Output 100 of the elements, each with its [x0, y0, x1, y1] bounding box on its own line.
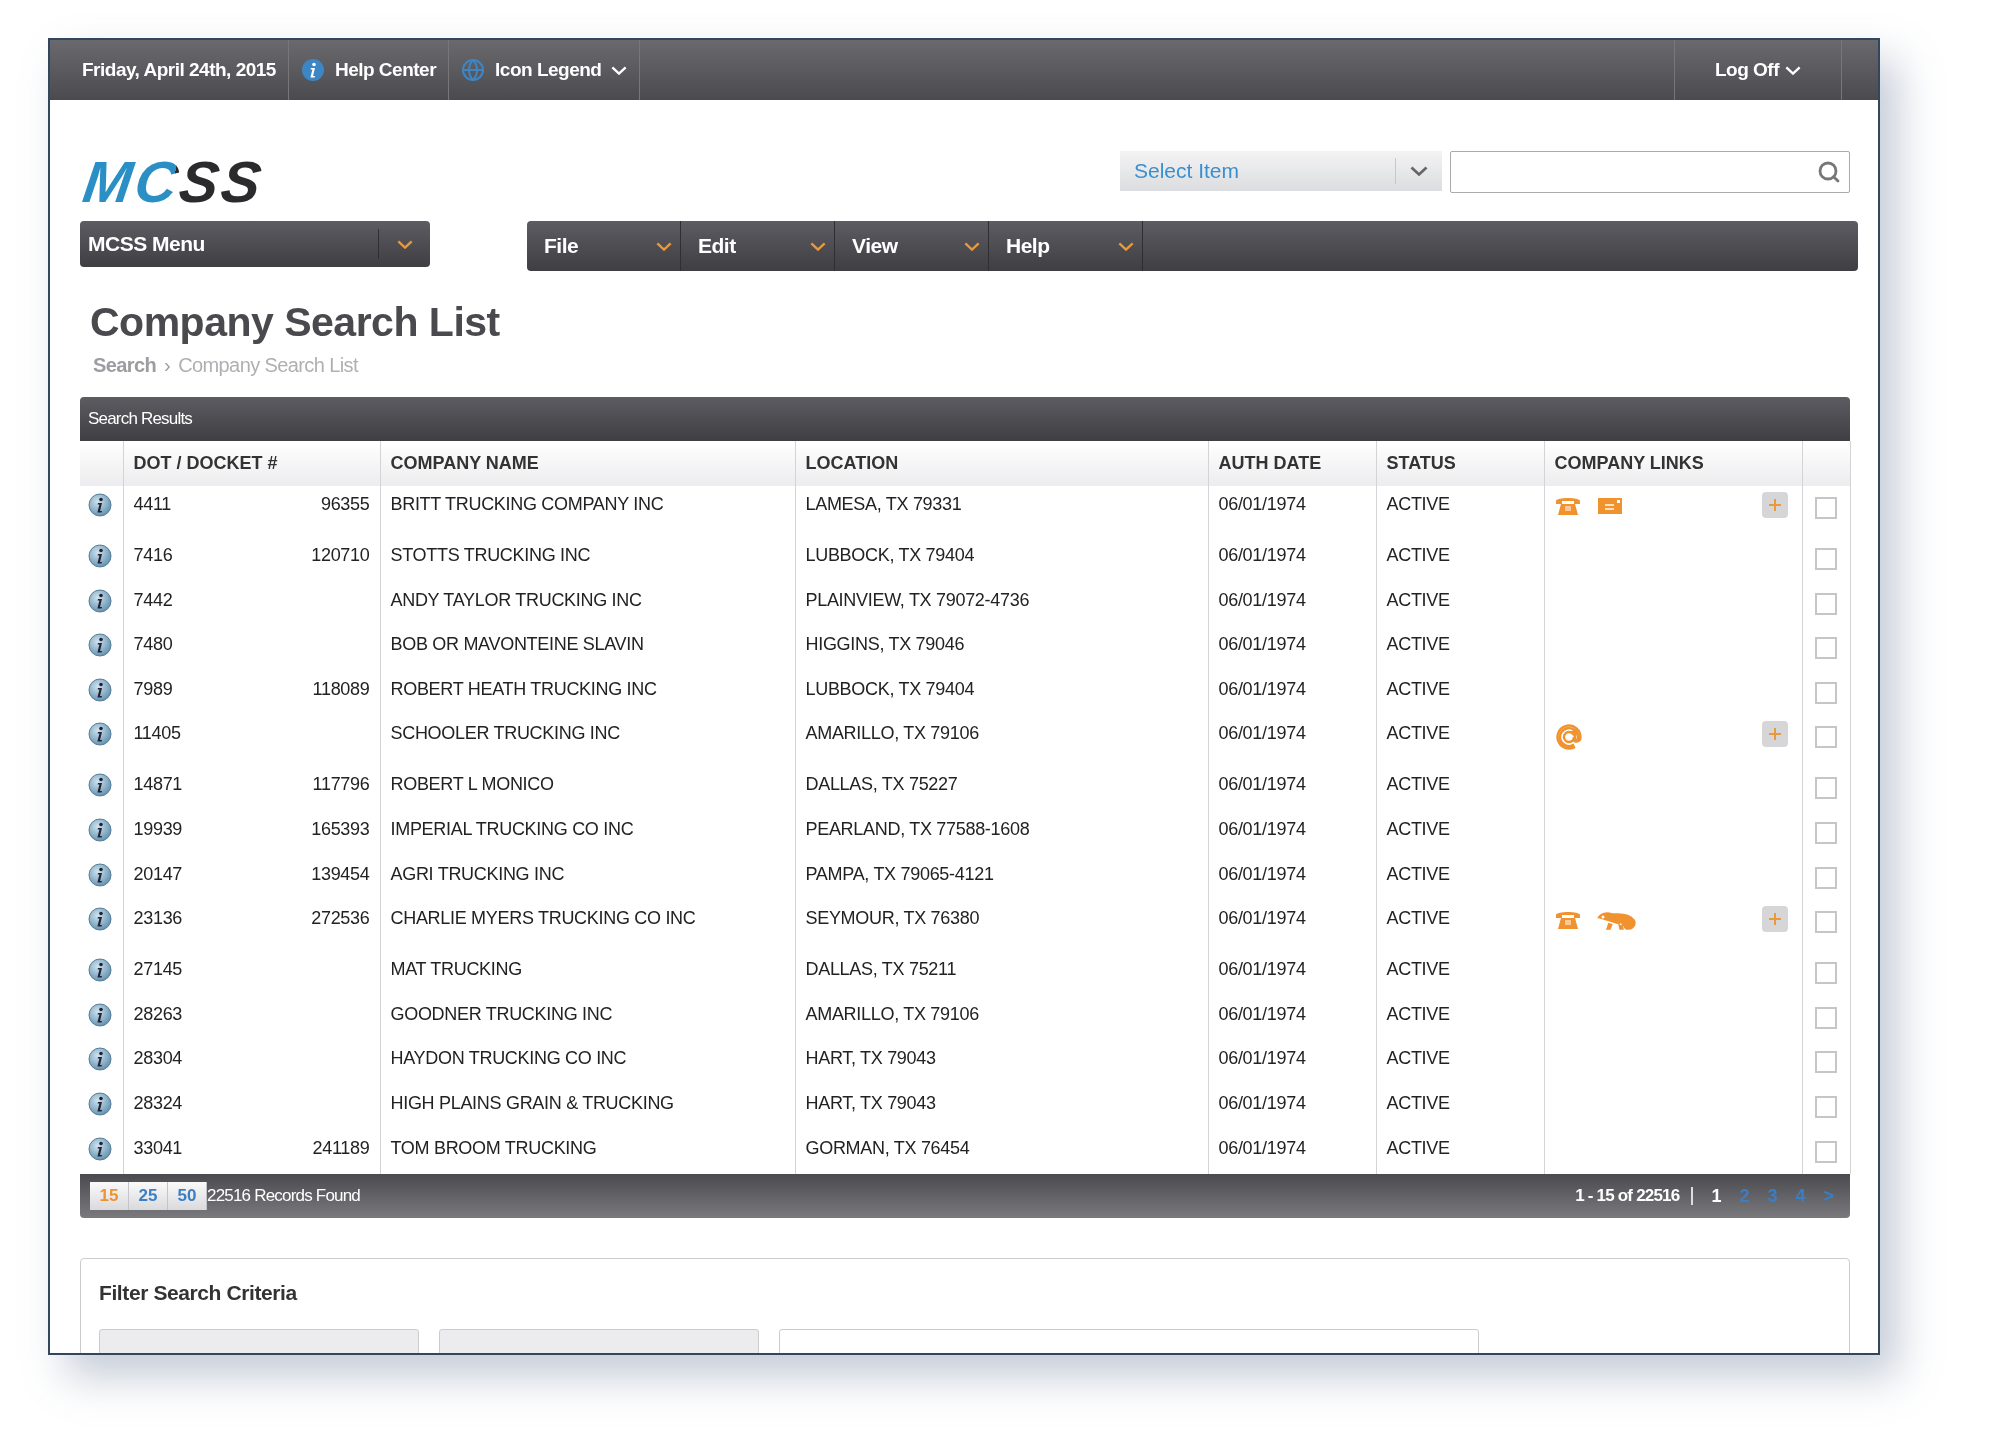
checkbox[interactable] [1815, 637, 1837, 660]
column-header: STATUS [1376, 441, 1544, 486]
table-cell: ACTIVE [1376, 1040, 1544, 1085]
table-cell: 117796 [312, 774, 370, 796]
checkbox[interactable] [1815, 681, 1837, 704]
checkbox[interactable] [1815, 592, 1837, 615]
info-icon[interactable] [88, 817, 112, 842]
checkbox[interactable] [1815, 866, 1837, 889]
item-select[interactable]: Select Item [1120, 150, 1442, 191]
plus-icon [1767, 727, 1782, 742]
checkbox[interactable] [1815, 962, 1837, 985]
icon-legend-menu[interactable]: Icon Legend [449, 40, 641, 100]
filter-field[interactable] [439, 1329, 759, 1353]
menu-item[interactable]: Help [989, 221, 1143, 271]
page-link[interactable]: 1 [1711, 1185, 1722, 1207]
checkbox[interactable] [1815, 911, 1837, 934]
menu-item[interactable]: Edit [681, 221, 835, 271]
caret-icon [396, 239, 413, 249]
info-icon[interactable] [88, 633, 112, 658]
table-cell: 14871 [133, 774, 183, 796]
table-cell: LUBBOCK, TX 79404 [795, 670, 1208, 716]
table-cell: 06/01/1974 [1208, 715, 1376, 767]
table-cell: 06/01/1974 [1208, 900, 1376, 952]
table-cell: HIGGINS, TX 79046 [795, 626, 1208, 671]
info-icon[interactable] [88, 1047, 112, 1072]
breadcrumb-link[interactable]: Search [93, 354, 157, 377]
info-icon[interactable] [88, 862, 112, 887]
add-button[interactable] [1761, 492, 1788, 518]
table-cell: ROBERT L MONICO [380, 766, 795, 811]
info-icon[interactable] [88, 544, 112, 568]
menu-item[interactable]: File [527, 221, 681, 271]
at-sign-icon[interactable] [1554, 723, 1583, 752]
info-icon[interactable] [88, 493, 112, 517]
table-cell: PAMPA, TX 79065-4121 [795, 855, 1208, 901]
column-header: LOCATION [795, 441, 1208, 486]
page-size-button[interactable]: 25 [129, 1182, 168, 1211]
caret-icon [1118, 241, 1134, 251]
page-size-button[interactable]: 15 [90, 1182, 129, 1211]
log-off-menu[interactable]: Log Off [1673, 40, 1842, 100]
checkbox[interactable] [1815, 821, 1837, 844]
table-cell: 19939 [133, 818, 183, 840]
table-cell: HART, TX 79043 [795, 1084, 1208, 1130]
table-cell: IMPERIAL TRUCKING CO INC [380, 810, 795, 856]
panel-header: Search Results [80, 397, 1850, 441]
table-cell: 06/01/1974 [1208, 670, 1376, 716]
table-cell: GOODNER TRUCKING INC [380, 995, 795, 1041]
info-icon[interactable] [88, 677, 112, 702]
table-cell: LAMESA, TX 79331 [795, 486, 1208, 537]
info-icon[interactable] [88, 907, 112, 932]
table-cell: STOTTS TRUCKING INC [380, 537, 795, 582]
table-cell: ACTIVE [1376, 766, 1544, 811]
info-icon[interactable] [88, 1136, 112, 1161]
caret-icon [656, 241, 672, 251]
search-icon[interactable] [1817, 159, 1841, 184]
caret-icon [611, 65, 628, 75]
info-icon[interactable] [88, 773, 112, 798]
info-icon[interactable] [88, 722, 112, 747]
checkbox[interactable] [1815, 1006, 1837, 1029]
info-icon[interactable] [88, 1091, 112, 1116]
table-cell: ACTIVE [1376, 715, 1544, 767]
table-cell: 7416 [133, 545, 173, 566]
checkbox[interactable] [1815, 1140, 1837, 1163]
table-cell: 118089 [312, 678, 370, 700]
table-cell: ACTIVE [1376, 951, 1544, 996]
add-button[interactable] [1761, 906, 1788, 933]
checkbox[interactable] [1815, 548, 1837, 570]
table-cell: 20147 [133, 863, 183, 885]
help-center-link[interactable]: Help Center [288, 40, 450, 100]
caret-icon [1785, 65, 1801, 75]
table-cell: 27145 [133, 959, 183, 981]
filter-field[interactable] [99, 1329, 419, 1353]
mcss-menu-button[interactable]: MCSS Menu [80, 221, 430, 267]
filter-field[interactable] [779, 1329, 1479, 1353]
table-cell: 06/01/1974 [1208, 537, 1376, 582]
checkbox[interactable] [1815, 726, 1837, 749]
page-range: 1 - 15 of 22516 [1575, 1186, 1680, 1207]
table-cell: ACTIVE [1376, 995, 1544, 1041]
checkbox[interactable] [1815, 497, 1837, 519]
table-cell: AGRI TRUCKING INC [380, 855, 795, 901]
table-cell: ACTIVE [1376, 581, 1544, 627]
checkbox[interactable] [1815, 1095, 1837, 1118]
table-cell: PLAINVIEW, TX 79072-4736 [795, 581, 1208, 627]
page-size-button[interactable]: 50 [168, 1182, 207, 1211]
table-cell: ROBERT HEATH TRUCKING INC [380, 670, 795, 716]
info-icon[interactable] [88, 588, 112, 613]
checkbox[interactable] [1815, 1051, 1837, 1074]
info-icon[interactable] [88, 958, 112, 983]
table-cell: ACTIVE [1376, 670, 1544, 716]
table-cell: 33041 [133, 1137, 183, 1159]
info-icon[interactable] [88, 1002, 112, 1027]
column-header: AUTH DATE [1208, 441, 1376, 486]
table-cell: PEARLAND, TX 77588-1608 [795, 810, 1208, 856]
search-field[interactable] [1450, 150, 1850, 193]
checkbox[interactable] [1815, 777, 1837, 800]
table-cell: CHARLIE MYERS TRUCKING CO INC [380, 900, 795, 952]
breadcrumb-link[interactable]: Company Search List [178, 354, 358, 377]
column-header: COMPANY NAME [380, 441, 795, 486]
table-cell: 06/01/1974 [1208, 855, 1376, 901]
menu-item[interactable]: View [835, 221, 989, 271]
add-button[interactable] [1761, 721, 1788, 748]
